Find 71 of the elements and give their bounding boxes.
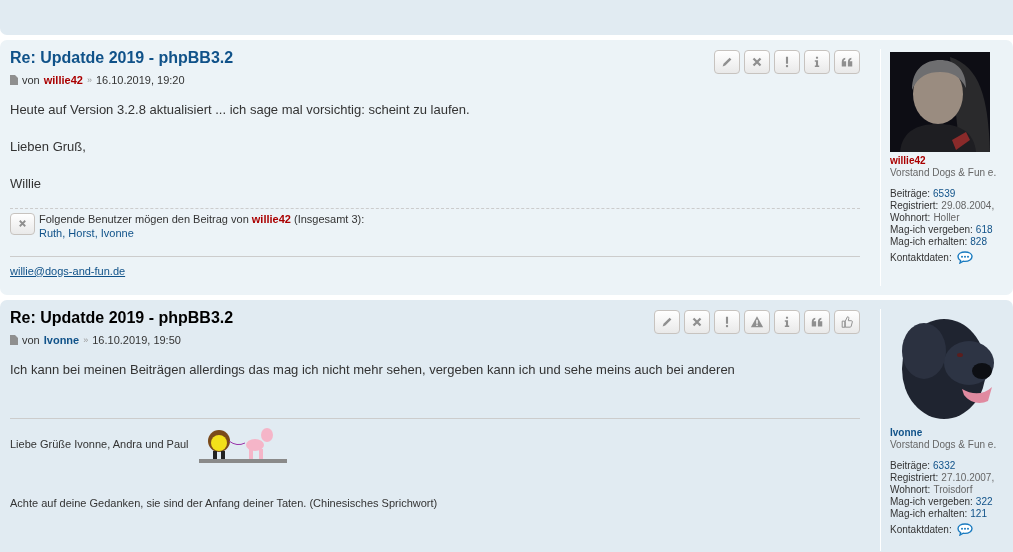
edit-button[interactable] — [714, 50, 740, 74]
quote-button[interactable] — [834, 50, 860, 74]
field-link[interactable]: 828 — [970, 236, 987, 248]
quote-icon — [840, 55, 854, 69]
delete-button[interactable] — [684, 310, 710, 334]
speech-bubble-icon[interactable] — [956, 523, 973, 536]
author-link[interactable]: Ivonne — [43, 332, 80, 349]
field-value: 27.10.2007, — [941, 472, 995, 484]
username-link[interactable]: Ivonne — [890, 427, 1003, 439]
pencil-icon — [720, 55, 734, 69]
user-rank: Vorstand Dogs & Fun e. — [890, 167, 998, 179]
quote-button[interactable] — [804, 310, 830, 334]
post-icon[interactable] — [10, 335, 18, 346]
info-button[interactable] — [774, 310, 800, 334]
field-link[interactable]: 6332 — [933, 460, 956, 472]
user-rank: Vorstand Dogs & Fun e. — [890, 439, 998, 451]
field-label: Kontaktdaten: — [890, 251, 952, 264]
field-value: 29.08.2004, — [941, 200, 995, 212]
likes-names[interactable]: Ruth, Horst, Ivonne — [39, 225, 365, 240]
remove-like-button[interactable] — [10, 212, 35, 235]
field-label: Registriert: — [890, 472, 939, 484]
close-icon — [750, 55, 764, 69]
field-link[interactable]: 618 — [975, 224, 993, 236]
quote-icon — [810, 315, 824, 329]
separator-text: » — [83, 333, 89, 347]
byline-text: von — [22, 333, 40, 348]
field-label: Mag-ich vergeben: — [890, 224, 973, 236]
field-label: Mag-ich erhalten: — [890, 236, 968, 248]
report-button[interactable] — [774, 50, 800, 74]
warning-icon — [750, 315, 764, 329]
edit-button[interactable] — [654, 310, 680, 334]
field-label: Mag-ich vergeben: — [890, 496, 973, 508]
field-label: Wohnort: — [890, 212, 931, 224]
email-link[interactable]: willie@dogs-and-fun.de — [10, 262, 126, 279]
post-date: 16.10.2019, 19:50 — [92, 333, 181, 348]
author-link[interactable]: willie42 — [43, 72, 83, 89]
close-icon — [17, 218, 28, 229]
pencil-icon — [660, 315, 674, 329]
post-text: Lieben Gruß, — [10, 137, 87, 155]
field-label: Registriert: — [890, 200, 939, 212]
report-button[interactable] — [714, 310, 740, 334]
field-value: Holler — [933, 212, 960, 224]
post-title[interactable]: Re: Updatde 2019 - phpBB3.2 — [10, 308, 234, 328]
separator-text: » — [86, 73, 92, 87]
field-link[interactable]: 6539 — [933, 188, 956, 200]
post-date: 16.10.2019, 19:20 — [95, 73, 185, 88]
warn-button[interactable] — [744, 310, 770, 334]
signature-text: Liebe Grüße Ivonne, Andra und Paul — [10, 437, 189, 453]
field-label: Mag-ich erhalten: — [890, 508, 968, 520]
delete-button[interactable] — [744, 50, 770, 74]
post-icon[interactable] — [10, 75, 18, 86]
speech-bubble-icon[interactable] — [956, 251, 973, 264]
post-title[interactable]: Re: Updatde 2019 - phpBB3.2 — [10, 48, 234, 68]
like-button[interactable] — [834, 310, 860, 334]
post-text: Ich kann bei meinen Beiträgen allerdings das mag ich nicht mehr sehen, vergeben kann ich und sehe meins auch bei anderen — [10, 360, 736, 378]
byline-text: von — [22, 73, 40, 88]
field-link[interactable]: 121 — [970, 508, 987, 520]
field-link[interactable]: 322 — [975, 496, 993, 508]
field-label: Wohnort: — [890, 484, 931, 496]
field-value: Troisdorf — [933, 484, 973, 496]
username-link[interactable]: willie42 — [890, 155, 1003, 167]
thumbs-up-icon — [840, 315, 854, 329]
signature-text: Achte auf deine Gedanken, sie sind der Anfang deiner Taten. (Chinesisches Sprichwort) — [10, 495, 438, 511]
field-label: Beiträge: — [890, 188, 931, 200]
post-text: Heute auf Version 3.2.8 aktualisiert ... ich sage mal vorsichtig: scheint zu laufen. — [10, 100, 471, 118]
field-label: Beiträge: — [890, 460, 931, 472]
info-button[interactable] — [804, 50, 830, 74]
close-icon — [690, 315, 704, 329]
likes-text: Folgende Benutzer mögen den Beitrag von willie42 (Insgesamt 3): — [39, 211, 365, 226]
field-label: Kontaktdaten: — [890, 523, 952, 536]
post-text: Willie — [10, 174, 43, 192]
